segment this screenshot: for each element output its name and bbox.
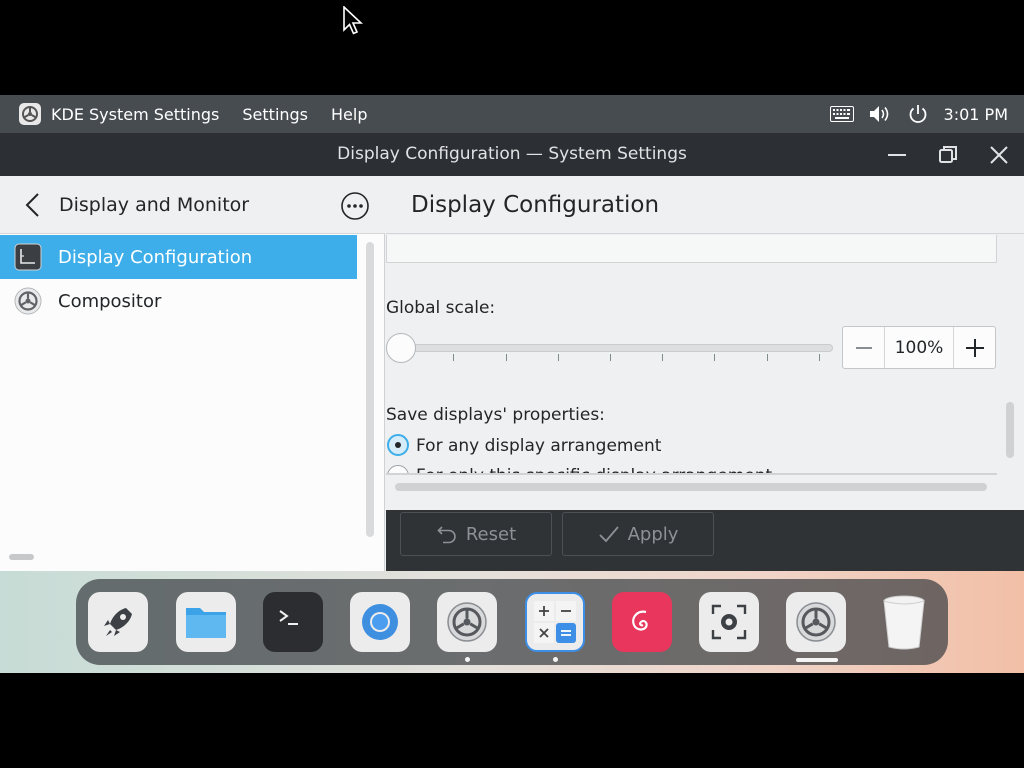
settings-icon[interactable] (786, 592, 846, 652)
close-icon[interactable] (986, 142, 1012, 168)
help-menu[interactable]: Help (331, 105, 367, 124)
power-icon[interactable] (906, 102, 930, 126)
sidebar-header: Display and Monitor (0, 176, 385, 234)
apply-label: Apply (627, 523, 679, 545)
compositor-icon (14, 287, 42, 315)
main-header: Display Configuration (386, 176, 1024, 234)
running-indicator (465, 657, 470, 662)
top-panel: KDE System Settings Settings Help 3:01 P… (0, 95, 1024, 133)
page-title: Display Configuration (411, 192, 660, 218)
active-window-indicator (796, 658, 838, 662)
checkmark-icon (598, 526, 619, 543)
save-properties-label: Save displays' properties: (386, 405, 605, 425)
display-preview-card (386, 235, 997, 263)
reset-label: Reset (465, 523, 517, 545)
running-indicator (553, 657, 558, 662)
sidebar-horizontal-scrollbar[interactable] (9, 554, 34, 560)
sidebar-item-display-configuration[interactable]: Display Configuration (0, 235, 357, 279)
scale-spinbox[interactable]: 100% (842, 326, 996, 369)
calculator-icon[interactable] (525, 592, 585, 652)
scale-value[interactable]: 100% (885, 338, 953, 358)
content-horizontal-scrollbar[interactable] (395, 483, 987, 491)
sidebar-title: Display and Monitor (59, 194, 250, 216)
settings-menu[interactable]: Settings (242, 105, 308, 124)
debian-icon[interactable] (612, 592, 672, 652)
plus-icon (965, 338, 984, 357)
back-arrow-icon[interactable] (20, 192, 46, 218)
minimize-icon[interactable] (884, 142, 910, 168)
clock[interactable]: 3:01 PM (944, 105, 1008, 124)
trash-icon[interactable] (874, 592, 934, 652)
slider-tick (453, 354, 454, 361)
apply-button[interactable]: Apply (562, 512, 714, 556)
decrease-scale-button[interactable] (843, 327, 885, 368)
sidebar-item-label: Display Configuration (58, 246, 253, 268)
undo-icon (437, 526, 456, 544)
global-scale-label: Global scale: (386, 298, 496, 318)
browser-icon[interactable] (350, 592, 410, 652)
more-options-icon[interactable] (340, 191, 370, 221)
increase-scale-button[interactable] (953, 327, 995, 368)
main-panel: Display Configuration Global scale: 100% (386, 176, 1024, 571)
launcher-icon[interactable] (88, 592, 148, 652)
window-title: Display Configuration — System Settings (337, 144, 687, 164)
sidebar-nav: Display Configuration Compositor (0, 235, 357, 323)
footer-bar: Reset Apply (386, 510, 1024, 571)
display-icon (14, 243, 42, 271)
slider-tick (558, 354, 559, 361)
mouse-cursor-icon (343, 6, 364, 35)
slider-tick (506, 354, 507, 361)
keyboard-icon[interactable] (829, 102, 854, 126)
scale-slider-track[interactable] (400, 344, 833, 352)
minus-icon (855, 346, 872, 349)
settings-window: Display and Monitor Display Configuratio… (0, 176, 1024, 571)
dock (76, 579, 948, 665)
restore-icon[interactable] (935, 142, 961, 168)
content-divider (386, 473, 997, 475)
slider-tick (662, 354, 663, 361)
reset-button[interactable]: Reset (400, 512, 552, 556)
settings-icon[interactable] (437, 592, 497, 652)
scale-slider-handle[interactable] (386, 333, 416, 363)
slider-tick (767, 354, 768, 361)
sidebar-scrollbar[interactable] (366, 242, 374, 537)
window-titlebar[interactable]: Display Configuration — System Settings (0, 133, 1024, 176)
slider-tick (610, 354, 611, 361)
scroll-content: Global scale: 100% Save displays' proper… (386, 235, 997, 475)
radio-any-arrangement-label[interactable]: For any display arrangement (416, 436, 661, 456)
slider-tick (714, 354, 715, 361)
screenshot-icon[interactable] (699, 592, 759, 652)
app-name-menu[interactable]: KDE System Settings (51, 105, 219, 124)
volume-icon[interactable] (868, 102, 892, 126)
files-icon[interactable] (176, 592, 236, 652)
sidebar: Display and Monitor Display Configuratio… (0, 176, 385, 571)
system-settings-app-icon[interactable] (19, 103, 41, 125)
sidebar-item-compositor[interactable]: Compositor (0, 279, 357, 323)
terminal-icon[interactable] (263, 592, 323, 652)
sidebar-item-label: Compositor (58, 290, 162, 312)
content-vertical-scrollbar[interactable] (1006, 402, 1014, 458)
radio-any-arrangement[interactable] (387, 434, 409, 456)
slider-tick (819, 354, 820, 361)
